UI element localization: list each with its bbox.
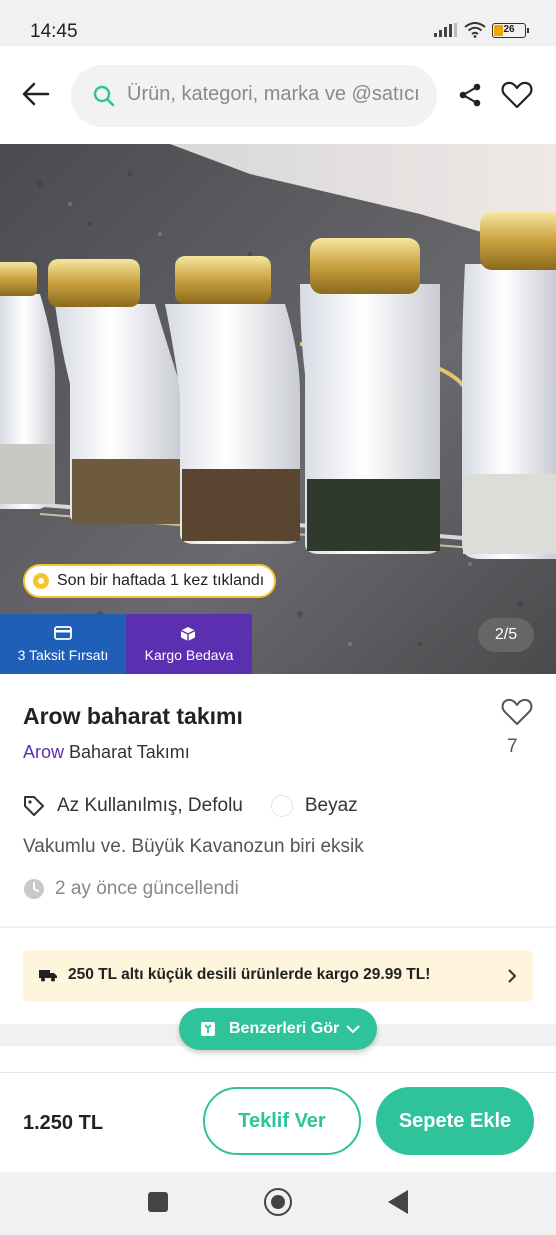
battery-indicator: 26 — [492, 22, 529, 38]
similar-items-label: Benzerleri Gör — [229, 1020, 340, 1037]
free-shipping-label: Kargo Bedava — [144, 647, 234, 663]
condition-text: Az Kullanılmış, Defolu — [57, 795, 243, 816]
add-to-cart-button[interactable]: Sepete Ekle — [376, 1087, 534, 1155]
image-counter: 2/5 — [478, 618, 534, 652]
chevron-down-icon — [346, 1025, 360, 1034]
like-button[interactable] — [501, 697, 533, 732]
back-arrow-icon — [22, 82, 50, 106]
recent-apps-button[interactable] — [148, 1192, 168, 1212]
favorite-button[interactable] — [501, 80, 533, 115]
chevron-right-icon — [508, 969, 517, 983]
make-offer-button[interactable]: Teklif Ver — [203, 1087, 361, 1155]
share-button[interactable] — [457, 82, 483, 113]
color-swatch — [270, 795, 293, 817]
like-count: 7 — [507, 736, 518, 757]
tag-icon — [24, 796, 44, 816]
free-shipping-badge[interactable]: Kargo Bedava — [126, 614, 252, 674]
brand-category-line: Arow Baharat Takımı — [23, 742, 190, 763]
wifi-icon — [464, 22, 486, 38]
heart-icon — [501, 81, 533, 109]
status-bar: 14:45 26 — [0, 0, 556, 46]
installment-label: 3 Taksit Fırsatı — [17, 647, 109, 663]
box-icon — [180, 627, 196, 641]
system-nav-bar — [0, 1172, 556, 1235]
back-button[interactable] — [18, 76, 54, 112]
battery-level: 26 — [503, 23, 515, 35]
bottom-action-bar: 1.250 TL Teklif Ver Sepete Ekle — [0, 1072, 556, 1172]
search-icon — [93, 85, 115, 107]
click-count-text: Son bir haftada 1 kez tıklandı — [57, 572, 265, 589]
click-count-badge: Son bir haftada 1 kez tıklandı — [23, 564, 277, 598]
heart-icon — [501, 698, 533, 725]
signal-icon — [434, 23, 457, 37]
credit-card-icon — [54, 626, 72, 640]
updated-text: 2 ay önce güncellendi — [55, 878, 239, 899]
updated-row: 2 ay önce güncellendi — [23, 878, 239, 900]
system-back-button[interactable] — [388, 1190, 408, 1214]
shirt-tag-icon — [201, 1022, 215, 1036]
search-placeholder: Ürün, kategori, marka ve @satıcı — [127, 83, 420, 105]
product-description: Vakumlu ve. Büyük Kavanozun biri eksik — [23, 836, 364, 857]
condition-color-row: Az Kullanılmış, Defolu Beyaz — [23, 795, 358, 817]
share-icon — [459, 83, 481, 107]
product-title: Arow baharat takımı — [23, 703, 243, 729]
truck-icon — [39, 970, 57, 982]
shipping-text: 250 TL altı küçük desili ürünlerde kargo… — [68, 966, 431, 983]
price: 1.250 TL — [23, 1112, 104, 1134]
installment-badge[interactable]: 3 Taksit Fırsatı — [0, 614, 126, 674]
eye-icon — [33, 573, 49, 589]
brand-link[interactable]: Arow — [23, 742, 64, 762]
color-text: Beyaz — [304, 795, 358, 816]
status-icons: 26 — [434, 22, 529, 38]
home-button[interactable] — [264, 1188, 292, 1216]
category-text: Baharat Takımı — [69, 742, 190, 762]
similar-items-button[interactable]: Benzerleri Gör — [179, 1008, 377, 1050]
clock-icon — [24, 879, 44, 899]
product-info: Arow baharat takımı Arow Baharat Takımı … — [0, 674, 556, 926]
status-time: 14:45 — [30, 21, 78, 42]
search-input[interactable]: Ürün, kategori, marka ve @satıcı — [71, 65, 437, 127]
shipping-banner[interactable]: 250 TL altı küçük desili ürünlerde kargo… — [23, 950, 533, 1002]
top-header: Ürün, kategori, marka ve @satıcı — [0, 46, 556, 144]
